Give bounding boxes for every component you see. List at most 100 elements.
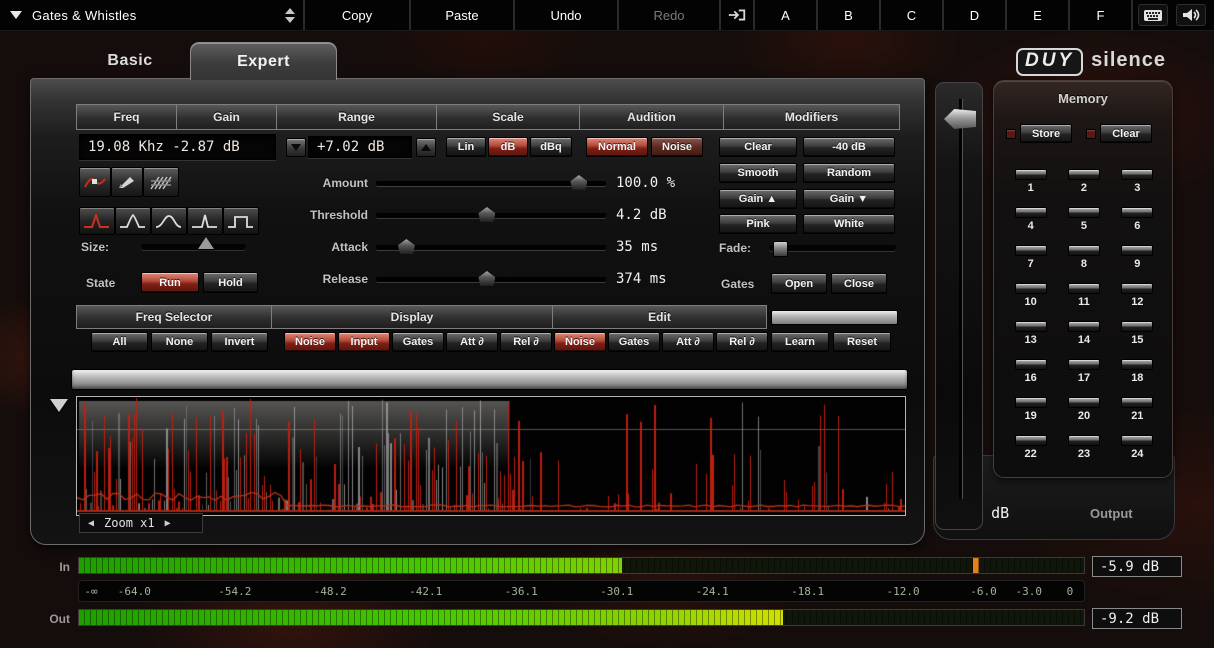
threshold-handle[interactable] bbox=[478, 207, 495, 222]
memory-slot-button[interactable] bbox=[1121, 169, 1153, 180]
scale-db-button[interactable]: dB bbox=[488, 137, 528, 157]
attack-handle[interactable] bbox=[398, 239, 415, 254]
modifier-white-button[interactable]: White bbox=[803, 214, 895, 234]
amount-handle[interactable] bbox=[570, 175, 587, 190]
audition-normal-button[interactable]: Normal bbox=[586, 137, 648, 157]
curve-sharp-button[interactable] bbox=[79, 207, 115, 235]
preset-selector[interactable]: Gates & Whistles bbox=[0, 0, 305, 30]
slot-b-button[interactable]: B bbox=[818, 0, 881, 30]
spectrum-display[interactable] bbox=[76, 396, 906, 516]
state-hold-button[interactable]: Hold bbox=[203, 272, 258, 293]
memory-slot-button[interactable] bbox=[1068, 435, 1100, 446]
slot-e-button[interactable]: E bbox=[1007, 0, 1070, 30]
release-slider[interactable] bbox=[376, 277, 606, 282]
zoom-in-arrow[interactable]: ▶ bbox=[165, 518, 171, 529]
memory-slot-button[interactable] bbox=[1068, 207, 1100, 218]
spectrum-scrollbar[interactable] bbox=[71, 369, 908, 390]
memory-slot-button[interactable] bbox=[1015, 207, 1047, 218]
modifier-gain-up-button[interactable]: Gain ▲ bbox=[719, 189, 797, 209]
reset-button[interactable]: Reset bbox=[833, 332, 891, 352]
memory-slot-button[interactable] bbox=[1015, 359, 1047, 370]
redo-button[interactable]: Redo bbox=[619, 0, 721, 30]
memory-slot-button[interactable] bbox=[1121, 435, 1153, 446]
hatch-tool-button[interactable] bbox=[143, 167, 179, 197]
memory-slot-18[interactable]: 18 bbox=[1115, 359, 1160, 388]
amount-slider[interactable] bbox=[376, 181, 606, 186]
slot-c-button[interactable]: C bbox=[881, 0, 944, 30]
memory-slot-button[interactable] bbox=[1121, 359, 1153, 370]
memory-slot-19[interactable]: 19 bbox=[1008, 397, 1053, 426]
preset-spinner[interactable] bbox=[285, 8, 303, 23]
memory-slot-1[interactable]: 1 bbox=[1008, 169, 1053, 198]
slot-f-button[interactable]: F bbox=[1070, 0, 1133, 30]
memory-slot-10[interactable]: 10 bbox=[1008, 283, 1053, 312]
gates-open-button[interactable]: Open bbox=[771, 273, 827, 294]
curve-flat-button[interactable] bbox=[223, 207, 259, 235]
release-handle[interactable] bbox=[478, 271, 495, 286]
fade-handle[interactable] bbox=[773, 241, 788, 257]
edit-noise-button[interactable]: Noise bbox=[554, 332, 606, 352]
memory-slot-button[interactable] bbox=[1015, 283, 1047, 294]
memory-slot-button[interactable] bbox=[1015, 321, 1047, 332]
memory-slot-12[interactable]: 12 bbox=[1115, 283, 1160, 312]
tab-basic[interactable]: Basic bbox=[75, 46, 185, 76]
memory-slot-22[interactable]: 22 bbox=[1008, 435, 1053, 464]
display-noise-button[interactable]: Noise bbox=[284, 332, 336, 352]
size-handle[interactable] bbox=[198, 237, 214, 249]
memory-slot-24[interactable]: 24 bbox=[1115, 435, 1160, 464]
keyboard-icon[interactable] bbox=[1138, 4, 1168, 26]
size-slider[interactable] bbox=[141, 244, 246, 250]
gates-close-button[interactable]: Close bbox=[831, 273, 887, 294]
freq-all-button[interactable]: All bbox=[91, 332, 148, 352]
speaker-icon[interactable] bbox=[1176, 4, 1206, 26]
memory-slot-button[interactable] bbox=[1015, 245, 1047, 256]
curve-spike-button[interactable] bbox=[187, 207, 223, 235]
memory-slot-button[interactable] bbox=[1015, 435, 1047, 446]
memory-slot-8[interactable]: 8 bbox=[1061, 245, 1106, 274]
learn-button[interactable]: Learn bbox=[771, 332, 829, 352]
memory-slot-button[interactable] bbox=[1015, 169, 1047, 180]
copy-to-slot-button[interactable] bbox=[721, 0, 755, 30]
memory-slot-button[interactable] bbox=[1068, 245, 1100, 256]
copy-button[interactable]: Copy bbox=[305, 0, 411, 30]
range-increase-button[interactable] bbox=[416, 138, 436, 157]
modifier-pink-button[interactable]: Pink bbox=[719, 214, 797, 234]
memory-slot-6[interactable]: 6 bbox=[1115, 207, 1160, 236]
edit-att-button[interactable]: Att ∂ bbox=[662, 332, 714, 352]
range-decrease-button[interactable] bbox=[286, 138, 306, 157]
modifier-clear-button[interactable]: Clear bbox=[719, 137, 797, 157]
paste-button[interactable]: Paste bbox=[411, 0, 515, 30]
memory-slot-button[interactable] bbox=[1068, 283, 1100, 294]
memory-slot-23[interactable]: 23 bbox=[1061, 435, 1106, 464]
memory-store-button[interactable]: Store bbox=[1020, 124, 1072, 143]
display-input-button[interactable]: Input bbox=[338, 332, 390, 352]
preset-down-icon[interactable] bbox=[285, 17, 295, 23]
audition-noise-button[interactable]: Noise bbox=[651, 137, 703, 157]
scale-lin-button[interactable]: Lin bbox=[446, 137, 486, 157]
memory-slot-2[interactable]: 2 bbox=[1061, 169, 1106, 198]
memory-slot-11[interactable]: 11 bbox=[1061, 283, 1106, 312]
curve-peak-button[interactable] bbox=[115, 207, 151, 235]
output-fader-handle[interactable] bbox=[944, 109, 976, 129]
memory-slot-button[interactable] bbox=[1121, 321, 1153, 332]
memory-clear-button[interactable]: Clear bbox=[1100, 124, 1152, 143]
display-att-button[interactable]: Att ∂ bbox=[446, 332, 498, 352]
modifier-random-button[interactable]: Random bbox=[803, 163, 895, 183]
display-rel-button[interactable]: Rel ∂ bbox=[500, 332, 552, 352]
scale-dbq-button[interactable]: dBq bbox=[530, 137, 572, 157]
display-gates-button[interactable]: Gates bbox=[392, 332, 444, 352]
threshold-slider[interactable] bbox=[376, 213, 606, 218]
memory-slot-16[interactable]: 16 bbox=[1008, 359, 1053, 388]
tab-expert[interactable]: Expert bbox=[190, 42, 337, 80]
memory-slot-button[interactable] bbox=[1068, 169, 1100, 180]
memory-slot-7[interactable]: 7 bbox=[1008, 245, 1053, 274]
memory-slot-14[interactable]: 14 bbox=[1061, 321, 1106, 350]
memory-slot-21[interactable]: 21 bbox=[1115, 397, 1160, 426]
memory-slot-13[interactable]: 13 bbox=[1008, 321, 1053, 350]
memory-slot-button[interactable] bbox=[1121, 207, 1153, 218]
memory-slot-button[interactable] bbox=[1015, 397, 1047, 408]
memory-slot-button[interactable] bbox=[1121, 283, 1153, 294]
state-run-button[interactable]: Run bbox=[141, 272, 199, 293]
edit-rel-button[interactable]: Rel ∂ bbox=[716, 332, 768, 352]
memory-slot-15[interactable]: 15 bbox=[1115, 321, 1160, 350]
